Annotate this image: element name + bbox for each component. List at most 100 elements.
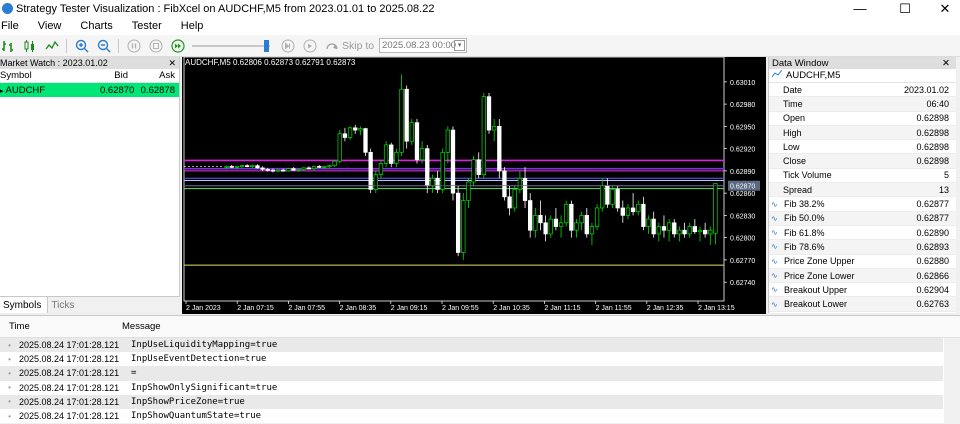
- journal-scrollbar[interactable]: [944, 338, 960, 424]
- minimize-button[interactable]: —: [845, 0, 875, 17]
- journal-row[interactable]: • 2025.08.24 17:01:28.121 InpShowPriceZone…: [0, 394, 943, 409]
- column-bid[interactable]: Bid: [100, 70, 128, 81]
- time-axis-label: 2 Jan 07:15: [237, 305, 274, 312]
- candle-body: [435, 177, 440, 190]
- journal-time: 2025.08.24 17:01:28.121: [19, 382, 120, 393]
- menu-bar: File View Charts Tester Help: [0, 17, 960, 35]
- zoom-out-icon[interactable]: [96, 38, 112, 54]
- candle-body: [476, 159, 481, 175]
- candle-body: [317, 166, 322, 168]
- row-label-text: Spread: [783, 184, 813, 195]
- journal-message: InpUseEventDetection=true: [131, 354, 267, 365]
- close-window-button[interactable]: ✕: [930, 0, 960, 17]
- price-axis-label: 0.62920: [730, 147, 755, 154]
- column-time[interactable]: Time: [0, 321, 122, 332]
- data-window-row-value: 0.62866: [916, 270, 949, 281]
- candle-body: [239, 165, 245, 168]
- menu-charts[interactable]: Charts: [80, 20, 112, 32]
- journal-row[interactable]: • 2025.08.24 17:01:28.121 =: [0, 366, 943, 381]
- candle-body: [265, 169, 270, 171]
- log-bullet-icon: •: [8, 368, 11, 378]
- data-window-row-value: 5: [943, 170, 949, 181]
- tab-symbols[interactable]: Symbols: [0, 297, 49, 313]
- candle-body: [327, 165, 332, 168]
- close-market-watch-icon[interactable]: ✕: [168, 58, 176, 69]
- candle-body: [713, 183, 718, 234]
- symbol-name: AUDCHF: [5, 84, 46, 96]
- candle-body: [661, 226, 667, 231]
- candle-body: [656, 226, 661, 235]
- line-chart-icon[interactable]: [44, 38, 60, 54]
- chart-line-icon: [771, 69, 783, 81]
- fast-forward-icon[interactable]: [170, 38, 186, 54]
- candle-body: [260, 167, 265, 170]
- calendar-icon[interactable]: ▾: [454, 40, 466, 51]
- slider-thumb[interactable]: [264, 39, 269, 52]
- data-window-row: Open 0.62898: [769, 112, 956, 126]
- candle-body: [301, 167, 306, 170]
- indicator-icon: ∿: [771, 285, 778, 295]
- candle-body: [445, 129, 450, 153]
- data-window-row-value: 0.62898: [916, 141, 949, 152]
- data-window-row-label: ∿ Fib 78.6%: [769, 242, 869, 252]
- menu-file[interactable]: File: [1, 20, 19, 32]
- candle-body: [543, 222, 548, 235]
- candle-body: [430, 177, 435, 187]
- menu-tester[interactable]: Tester: [132, 20, 162, 32]
- candle-body: [486, 96, 492, 131]
- candle-body: [389, 144, 394, 164]
- row-label-text: Low: [783, 141, 800, 152]
- candle-body: [584, 215, 589, 235]
- candle-body: [522, 177, 528, 201]
- data-window-row: Time 06:40: [769, 97, 956, 112]
- data-window-row: ∿ Fib 38.2% 0.62877: [769, 197, 956, 212]
- candlestick-icon[interactable]: [22, 38, 38, 54]
- skip-to-date-input[interactable]: 2025.08.23 00:00 ▾: [379, 38, 468, 53]
- candle-body: [250, 165, 255, 168]
- tab-ticks[interactable]: Ticks: [48, 300, 80, 311]
- candle-body: [538, 215, 543, 224]
- candle-body: [450, 129, 456, 194]
- skip-to-label: Skip to: [342, 39, 375, 52]
- journal-row[interactable]: • 2025.08.24 17:01:28.121 InpUseLiquidityM…: [0, 338, 943, 353]
- row-label-text: Fib 38.2%: [784, 199, 825, 210]
- column-ask[interactable]: Ask: [128, 70, 175, 81]
- maximize-button[interactable]: ☐: [890, 0, 920, 17]
- journal-row[interactable]: • 2025.08.24 17:01:28.121 InpShowQuantumSt…: [0, 409, 943, 423]
- menu-view[interactable]: View: [38, 20, 62, 32]
- bar-chart-icon[interactable]: [0, 38, 16, 54]
- data-window-row-value: 0.62880: [916, 256, 949, 267]
- speed-slider[interactable]: [192, 39, 270, 53]
- column-message[interactable]: Message: [122, 321, 161, 332]
- chart-canvas[interactable]: 0.63010 0.62980 0.62950 0.62920 0.62890 0.628…: [182, 57, 766, 314]
- candle-body: [605, 185, 610, 205]
- skip-end-icon[interactable]: [280, 38, 296, 54]
- stop-icon[interactable]: [148, 38, 164, 54]
- candle-body: [708, 229, 713, 235]
- time-axis-label: 2 Jan 12:35: [647, 305, 684, 312]
- step-icon[interactable]: [302, 38, 318, 54]
- close-data-window-icon[interactable]: ✕: [942, 58, 950, 69]
- data-window-row-value: 0.62898: [916, 127, 949, 138]
- data-window-row-value: 06:40: [926, 98, 949, 109]
- toolbar-separator: [118, 38, 119, 53]
- market-watch-tabs: Symbols Ticks: [0, 296, 180, 313]
- zoom-in-icon[interactable]: [74, 38, 90, 54]
- market-watch-row[interactable]: ▸ AUDCHF 0.62870 0.62878: [0, 83, 179, 97]
- data-window-row: ∿ Breakout Upper 0.62904: [769, 283, 956, 298]
- skip-to-icon[interactable]: [324, 38, 340, 54]
- journal-time: 2025.08.24 17:01:28.121: [19, 411, 120, 422]
- data-window-symbol-label: AUDCHF,M5: [786, 70, 841, 81]
- pause-icon[interactable]: [126, 38, 142, 54]
- candle-body: [440, 151, 445, 190]
- row-label-text: Tick Volume: [783, 170, 832, 181]
- journal-row[interactable]: • 2025.08.24 17:01:28.121 InpUseEventDetec…: [0, 352, 943, 366]
- column-symbol[interactable]: Symbol: [0, 70, 100, 81]
- menu-help[interactable]: Help: [181, 20, 204, 32]
- journal-row[interactable]: • 2025.08.24 17:01:28.121 InpShowOnlySigni…: [0, 381, 943, 395]
- data-window-row: ∿ Price Zone Lower 0.62866: [769, 268, 956, 284]
- data-window-row-label: ∿ Fib 50.0%: [769, 213, 869, 223]
- price-axis-label: 0.62800: [730, 236, 755, 243]
- indicator-icon: ∿: [771, 213, 778, 223]
- price-chart[interactable]: 0.63010 0.62980 0.62950 0.62920 0.62890 0.628…: [182, 57, 766, 314]
